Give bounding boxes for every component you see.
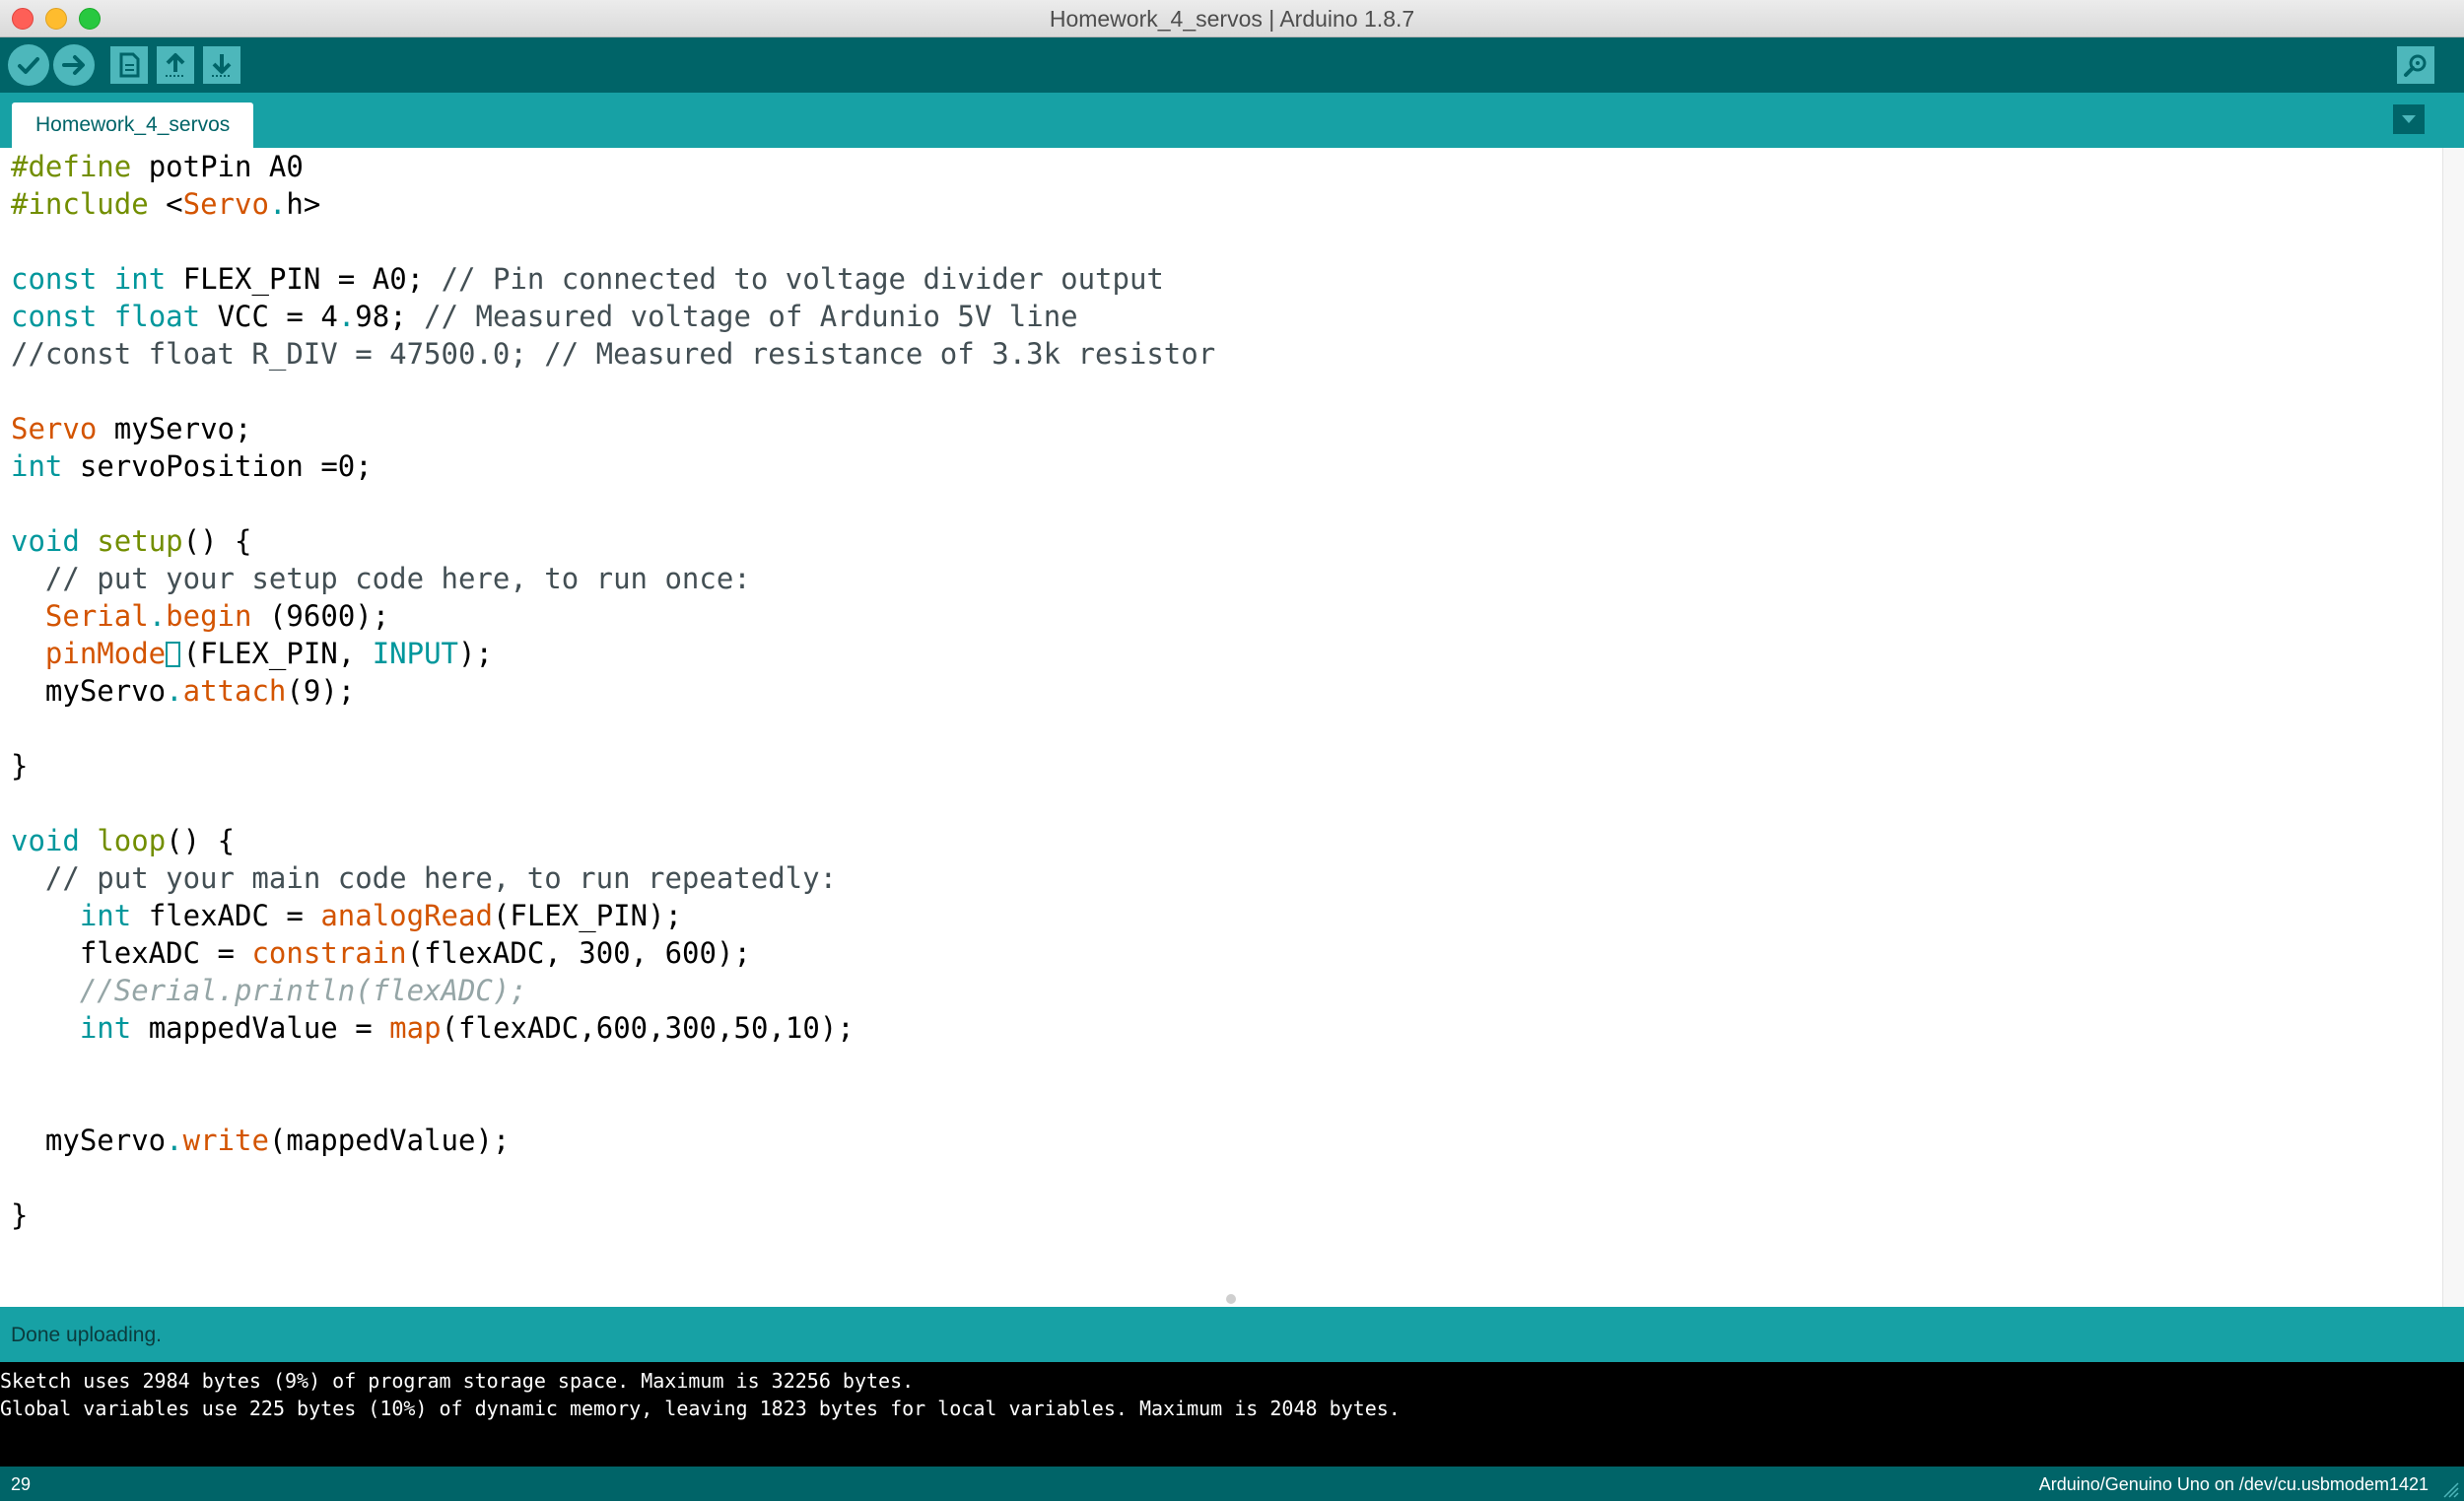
upload-button[interactable] (53, 44, 95, 86)
serial-monitor-button[interactable] (2397, 46, 2434, 84)
code-line: void setup() { (11, 524, 252, 558)
console-line: Global variables use 225 bytes (10%) of … (0, 1397, 1401, 1420)
code-line: #include <Servo.h> (11, 187, 321, 221)
code-line: const float VCC = 4.98; // Measured volt… (11, 300, 1078, 333)
status-message: Done uploading. (11, 1324, 162, 1346)
editor-scrollbar[interactable] (2442, 148, 2464, 1307)
code-line: // put your setup code here, to run once… (44, 562, 751, 595)
window-title: Homework_4_servos | Arduino 1.8.7 (1049, 6, 1415, 32)
line-number: 29 (11, 1474, 32, 1494)
code-line: void loop() { (11, 824, 236, 857)
tab-bar: Homework_4_servos (0, 93, 2464, 148)
code-line: //const float R_DIV = 47500.0; // Measur… (11, 337, 1216, 371)
code-line: int mappedValue = map(flexADC,600,300,50… (79, 1011, 855, 1045)
code-line: } (11, 749, 29, 783)
footer-bar: 29 Arduino/Genuino Uno on /dev/cu.usbmod… (0, 1467, 2464, 1501)
resize-grip-icon[interactable] (2440, 1479, 2460, 1499)
document-icon (119, 52, 140, 78)
board-port-label: Arduino/Genuino Uno on /dev/cu.usbmodem1… (2038, 1474, 2429, 1494)
console-output[interactable]: Sketch uses 2984 bytes (9%) of program s… (0, 1362, 2464, 1467)
arrow-down-icon (212, 54, 232, 77)
arrow-up-icon (166, 53, 185, 77)
code-line: int flexADC = analogRead(FLEX_PIN); (79, 899, 683, 932)
triangle-down-icon (2402, 115, 2416, 123)
code-line: Serial.begin (9600); (44, 599, 390, 633)
code-line: const int FLEX_PIN = A0; // Pin connecte… (11, 262, 1164, 296)
magnifier-icon (2404, 54, 2427, 77)
code-line: } (11, 1198, 29, 1232)
code-line: myServo.write(mappedValue); (44, 1124, 511, 1157)
open-sketch-button[interactable] (157, 46, 194, 84)
code-line: flexADC = constrain(flexADC, 300, 600); (79, 936, 751, 970)
status-bar: Done uploading. (0, 1307, 2464, 1362)
text-cursor (166, 642, 181, 667)
code-line: Servo myServo; (11, 412, 252, 445)
code-editor[interactable]: #define potPin A0 #include <Servo.h> const… (0, 148, 2442, 1307)
arrow-right-icon (62, 55, 85, 75)
code-line: // put your main code here, to run repea… (44, 861, 838, 895)
verify-button[interactable] (8, 44, 49, 86)
save-sketch-button[interactable] (203, 46, 240, 84)
title-bar: Homework_4_servos | Arduino 1.8.7 (0, 0, 2464, 37)
pane-splitter-handle[interactable] (1226, 1294, 1236, 1304)
cursor-token: pinMode (44, 637, 167, 670)
code-line: //Serial.println(flexADC); (11, 974, 527, 1007)
code-line: #define potPin A0 (11, 150, 304, 183)
console-line: Sketch uses 2984 bytes (9%) of program s… (0, 1369, 915, 1393)
check-icon (18, 57, 39, 74)
code-line: myServo.attach(9); (44, 674, 356, 708)
toolbar (0, 37, 2464, 93)
tab-menu-button[interactable] (2393, 104, 2425, 134)
code-line: int servoPosition =0; (11, 449, 373, 483)
tab-homework-4-servos[interactable]: Homework_4_servos (12, 102, 254, 148)
code-line: pinMode (FLEX_PIN, INPUT); (44, 637, 493, 670)
new-sketch-button[interactable] (110, 46, 148, 84)
